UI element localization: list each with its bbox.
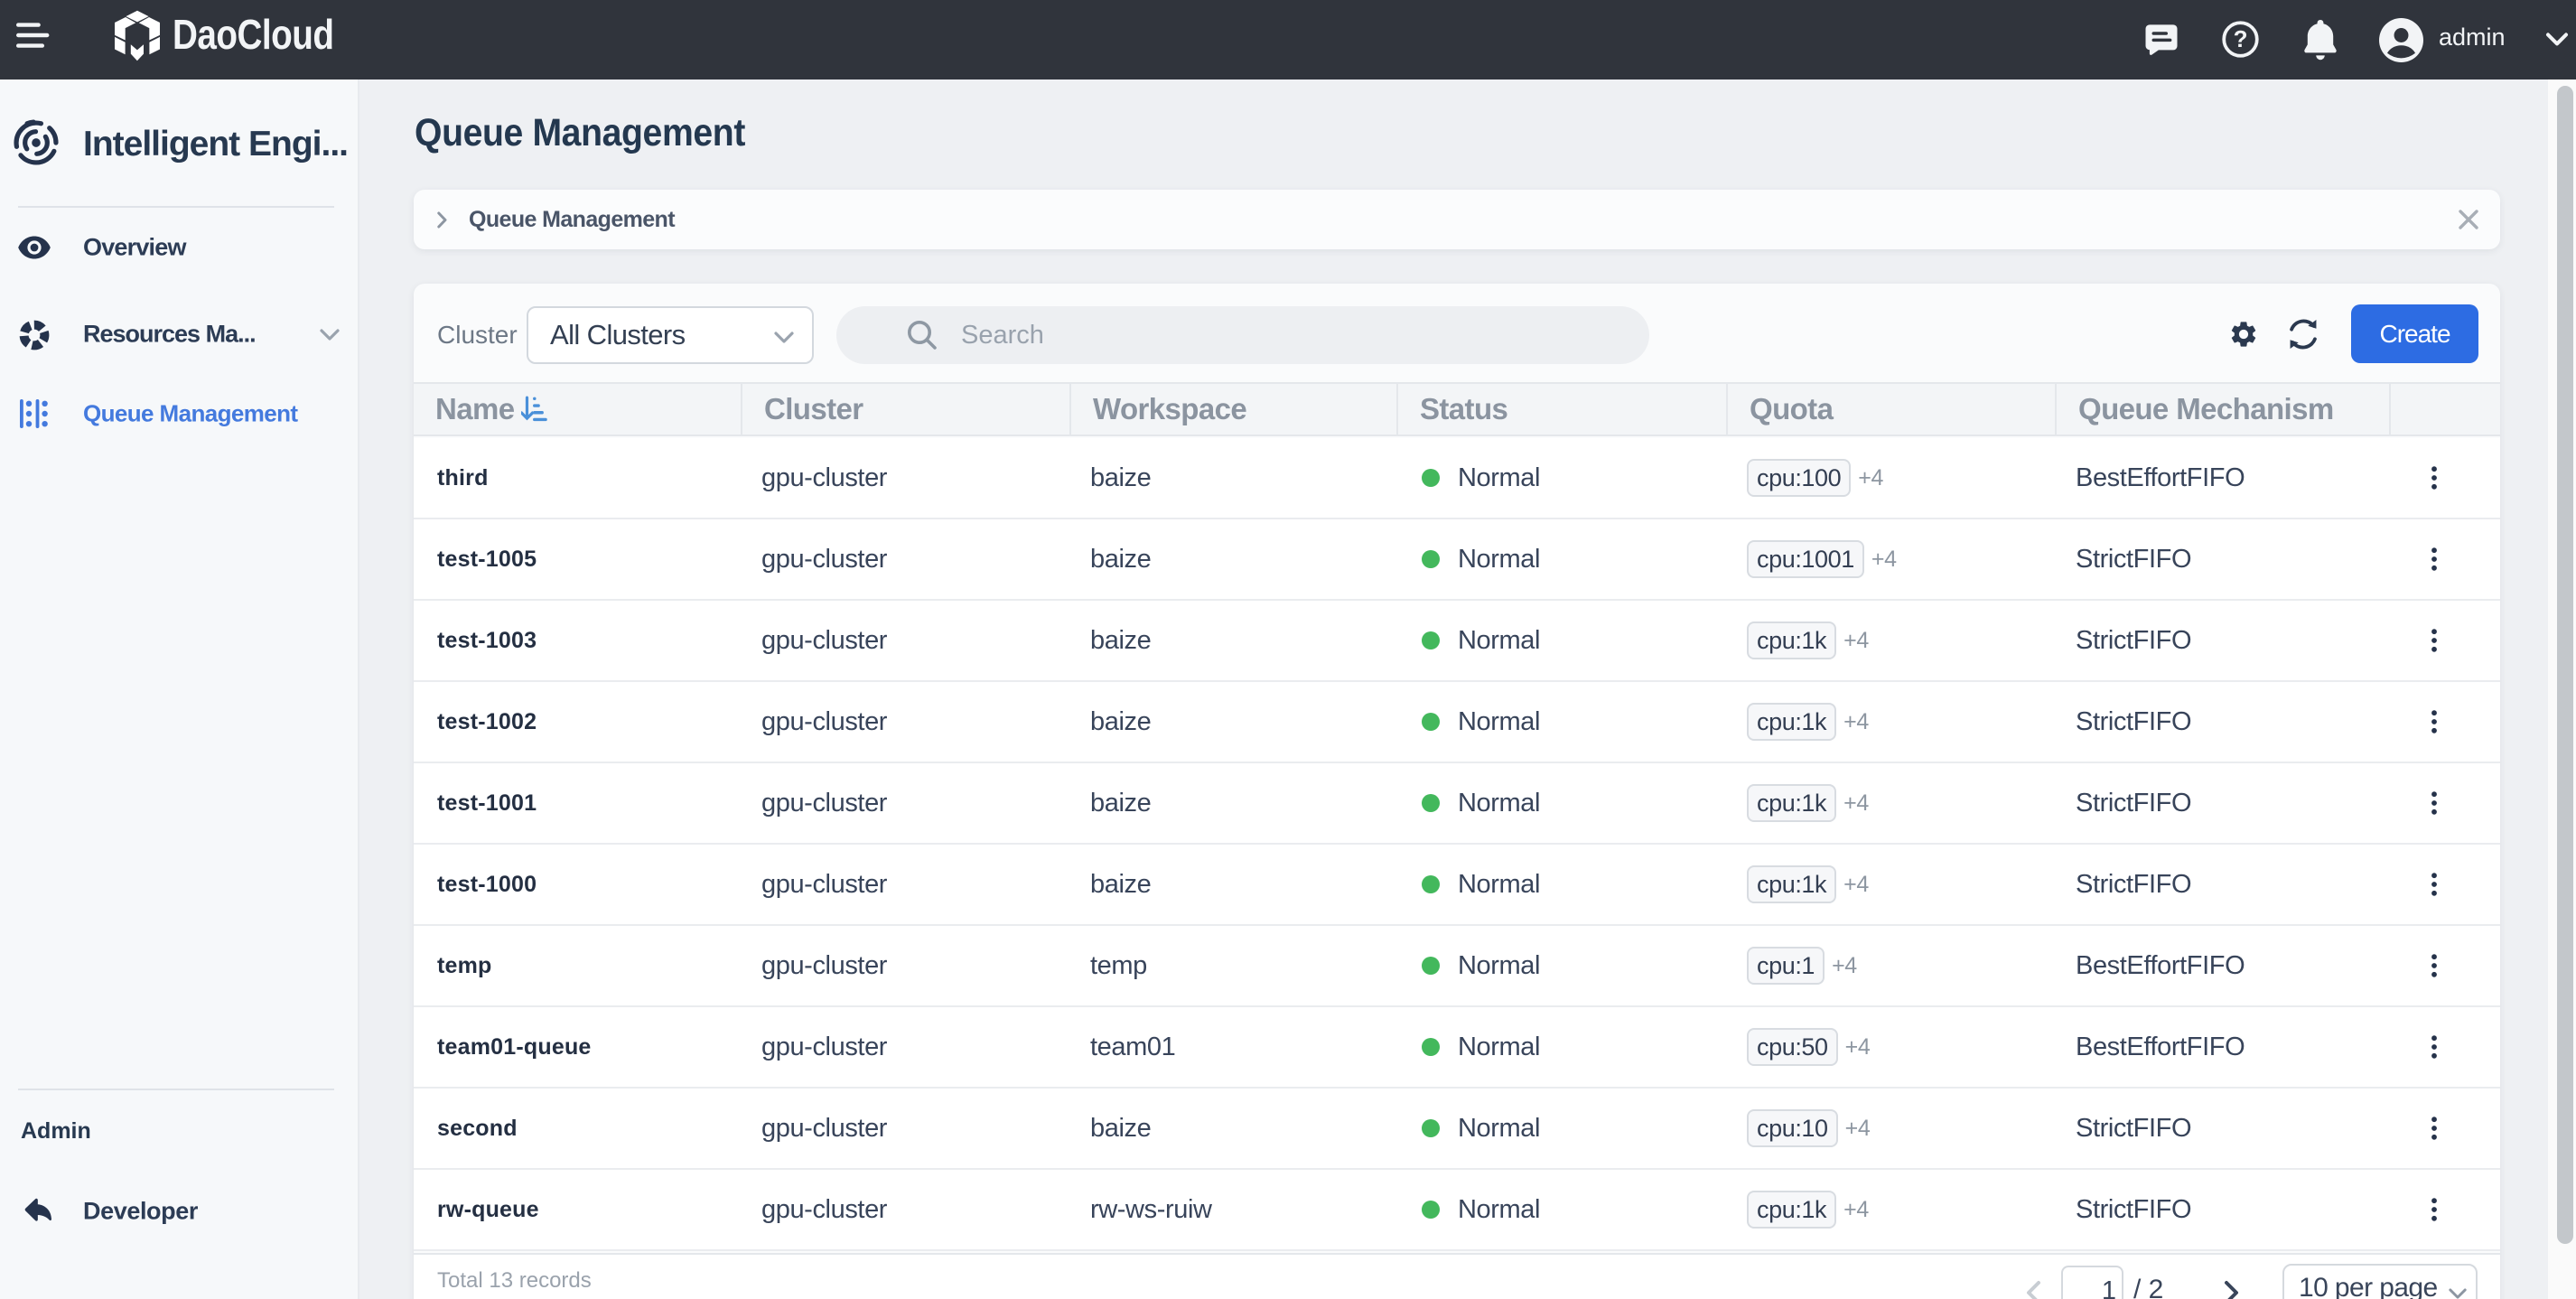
svg-text:?: ?	[2234, 25, 2248, 52]
